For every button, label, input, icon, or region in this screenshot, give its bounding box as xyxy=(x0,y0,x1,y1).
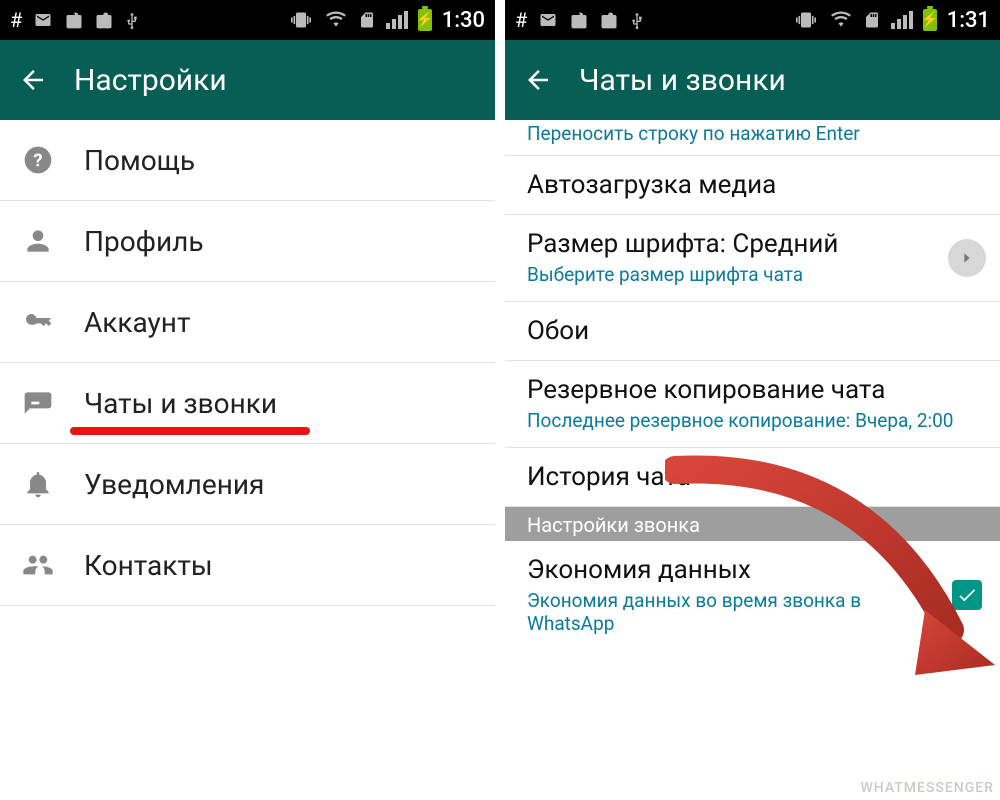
battery-icon: ⚡ xyxy=(923,9,937,31)
store-icon xyxy=(64,9,84,31)
checkbox-checked-icon[interactable] xyxy=(952,580,982,610)
status-clock: 1:31 xyxy=(947,8,990,33)
watermark: WHATMESSENGER xyxy=(860,780,994,796)
mail-icon xyxy=(32,11,54,29)
battery-icon: ⚡ xyxy=(418,9,432,31)
vibrate-icon xyxy=(288,10,314,30)
chats-item-media-autodownload[interactable]: Автозагрузка медиа xyxy=(505,156,1000,215)
settings-item-profile[interactable]: Профиль xyxy=(0,201,495,282)
hash-icon: # xyxy=(10,8,22,32)
cut-off-subtitle: Переносить строку по нажатию Enter xyxy=(505,120,1000,156)
signal-icon xyxy=(386,11,408,29)
section-header-call-settings: Настройки звонка xyxy=(505,507,1000,541)
usb-icon xyxy=(124,8,140,32)
chats-item-font-size[interactable]: Размер шрифта: Средний Выберите размер ш… xyxy=(505,215,1000,302)
settings-item-label: Чаты и звонки xyxy=(84,387,277,420)
list-item-title: Резервное копирование чата xyxy=(527,375,978,405)
key-icon xyxy=(20,304,56,340)
list-item-title: Автозагрузка медиа xyxy=(527,170,978,200)
wifi-icon xyxy=(829,10,853,30)
play-store-icon xyxy=(599,9,619,31)
help-icon: ? xyxy=(20,142,56,178)
usb-icon xyxy=(629,8,645,32)
chats-item-data-saving[interactable]: Экономия данных Экономия данных во время… xyxy=(505,541,1000,651)
mail-icon xyxy=(537,11,559,29)
chats-item-chat-history[interactable]: История чата xyxy=(505,448,1000,507)
page-title: Настройки xyxy=(74,63,227,98)
status-clock: 1:30 xyxy=(442,8,485,33)
app-bar: Настройки xyxy=(0,40,495,120)
signal-icon xyxy=(891,11,913,29)
phone-left: # ⚡ 1:30 Настройки ? Помощь Профиль xyxy=(0,0,495,800)
chats-item-wallpaper[interactable]: Обои xyxy=(505,302,1000,361)
back-icon[interactable] xyxy=(523,65,553,95)
settings-item-notifications[interactable]: Уведомления xyxy=(0,444,495,525)
svg-text:?: ? xyxy=(33,150,42,172)
person-icon xyxy=(20,223,56,259)
settings-item-label: Помощь xyxy=(84,144,195,177)
settings-item-label: Контакты xyxy=(84,549,213,582)
highlight-underline xyxy=(70,427,310,435)
app-bar: Чаты и звонки xyxy=(505,40,1000,120)
settings-item-label: Аккаунт xyxy=(84,306,190,339)
hash-icon: # xyxy=(515,8,527,32)
settings-item-help[interactable]: ? Помощь xyxy=(0,120,495,201)
list-item-title: Размер шрифта: Средний xyxy=(527,229,978,259)
play-store-icon xyxy=(94,9,114,31)
sd-card-icon xyxy=(358,9,376,31)
bell-icon xyxy=(20,466,56,502)
settings-item-label: Профиль xyxy=(84,225,204,258)
page-title: Чаты и звонки xyxy=(579,63,786,98)
settings-list: ? Помощь Профиль Аккаунт Чаты и звонки У… xyxy=(0,120,495,606)
phone-right: # ⚡ 1:31 Чаты и звонки Переносить строку… xyxy=(505,0,1000,800)
sd-card-icon xyxy=(863,9,881,31)
list-item-title: Экономия данных xyxy=(527,555,940,585)
chats-item-backup[interactable]: Резервное копирование чата Последнее рез… xyxy=(505,361,1000,448)
status-bar: # ⚡ 1:31 xyxy=(505,0,1000,40)
list-item-subtitle: Выберите размер шрифта чата xyxy=(527,263,978,287)
split-divider xyxy=(495,0,505,800)
chevron-right-icon xyxy=(948,239,986,277)
list-item-title: История чата xyxy=(527,462,978,492)
list-item-subtitle: Экономия данных во время звонка в WhatsA… xyxy=(527,589,940,637)
back-icon[interactable] xyxy=(18,65,48,95)
settings-item-contacts[interactable]: Контакты xyxy=(0,525,495,606)
settings-item-chats-calls[interactable]: Чаты и звонки xyxy=(0,363,495,444)
list-item-subtitle: Последнее резервное копирование: Вчера, … xyxy=(527,409,978,433)
settings-item-account[interactable]: Аккаунт xyxy=(0,282,495,363)
people-icon xyxy=(20,547,56,583)
chat-icon xyxy=(20,385,56,421)
settings-item-label: Уведомления xyxy=(84,468,264,501)
store-icon xyxy=(569,9,589,31)
list-item-title: Обои xyxy=(527,316,978,346)
wifi-icon xyxy=(324,10,348,30)
status-bar: # ⚡ 1:30 xyxy=(0,0,495,40)
vibrate-icon xyxy=(793,10,819,30)
